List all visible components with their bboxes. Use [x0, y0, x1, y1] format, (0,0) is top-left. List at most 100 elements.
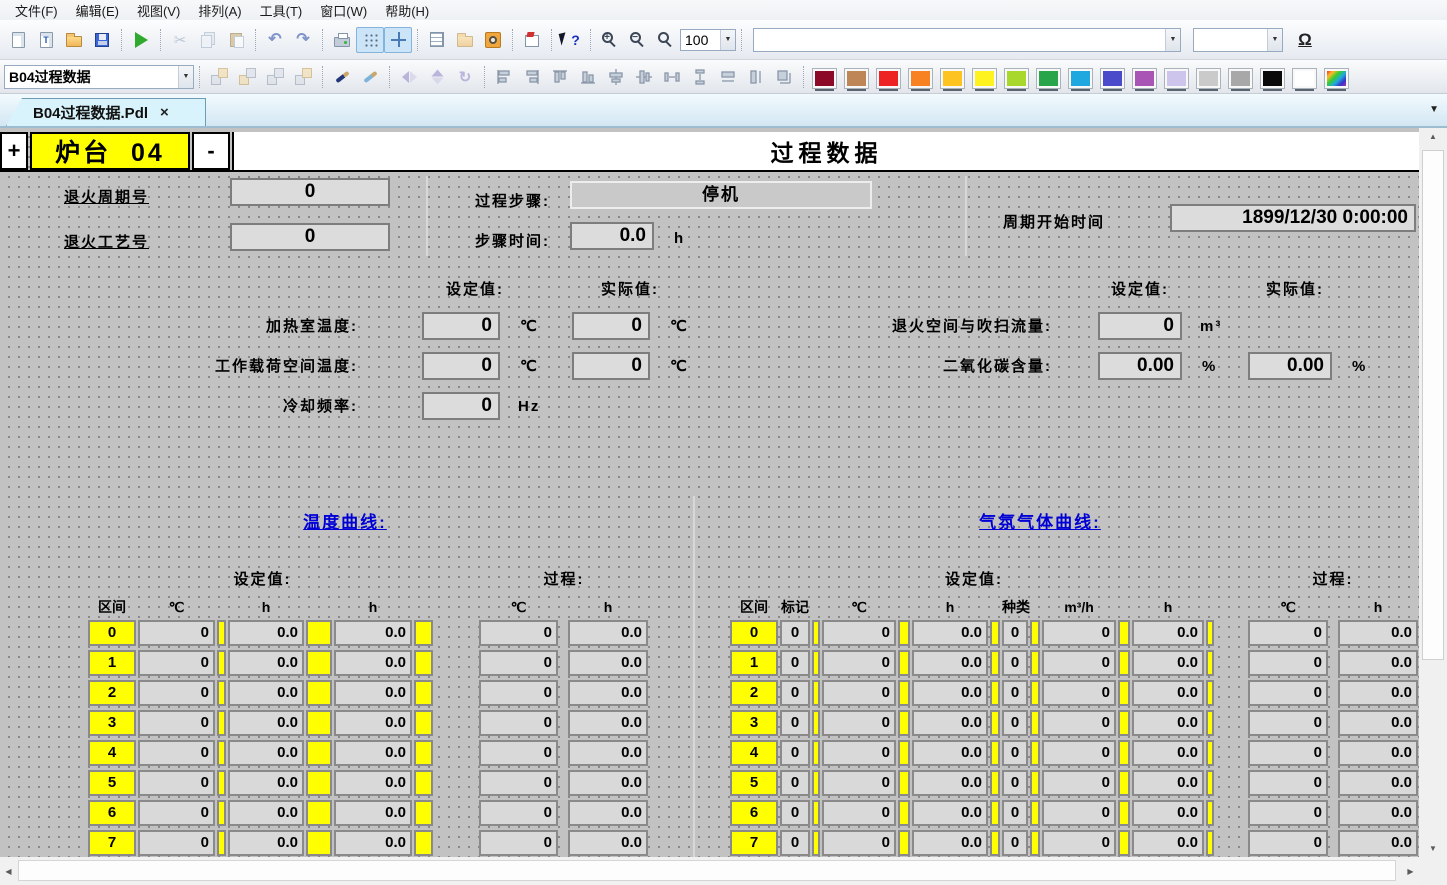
- gas-curve-link[interactable]: 气氛气体曲线:: [940, 508, 1140, 533]
- temp-sp-field[interactable]: 0: [822, 650, 896, 676]
- mark-field[interactable]: 0: [780, 650, 810, 676]
- settings-button[interactable]: [479, 27, 507, 53]
- open-picture-button[interactable]: [451, 27, 479, 53]
- zone-cell[interactable]: 2: [730, 680, 778, 706]
- run-button[interactable]: [127, 27, 155, 53]
- temp-sp-field[interactable]: 0: [138, 740, 215, 766]
- time2-sp-field[interactable]: 0.0: [1132, 710, 1204, 736]
- time-sp-field[interactable]: 0.0: [912, 710, 988, 736]
- zoom-region-button[interactable]: [652, 27, 680, 53]
- hold-time-sp-field[interactable]: 0.0: [228, 830, 304, 856]
- tab-list-chevron-icon[interactable]: ▼: [1429, 104, 1439, 115]
- hold-time-sp-field[interactable]: 0.0: [228, 800, 304, 826]
- color-swatch[interactable]: [1165, 69, 1188, 88]
- zone-cell[interactable]: 1: [88, 650, 136, 676]
- ramp-time-sp-field[interactable]: 0.0: [334, 830, 412, 856]
- color-swatch[interactable]: [1037, 69, 1060, 88]
- zoom-in-button[interactable]: +: [596, 27, 624, 53]
- temp-sp-field[interactable]: 0: [822, 620, 896, 646]
- vertical-scrollbar-thumb[interactable]: [1422, 150, 1444, 660]
- align-left-button[interactable]: [490, 64, 518, 90]
- library-button[interactable]: [423, 27, 451, 53]
- screen-selector-combo[interactable]: B04过程数据 ▼: [4, 65, 194, 89]
- scroll-left-icon[interactable]: ◀: [0, 857, 17, 885]
- horizontal-scrollbar[interactable]: ◀ ▶: [0, 857, 1419, 885]
- gas-kind-field[interactable]: 0: [1002, 650, 1028, 676]
- tab-b04-process-data[interactable]: B04过程数据.Pdl ×: [6, 98, 206, 126]
- time2-sp-field[interactable]: 0.0: [1132, 830, 1204, 856]
- time-sp-field[interactable]: 0.0: [912, 740, 988, 766]
- horizontal-scrollbar-thumb[interactable]: [18, 860, 1396, 881]
- zoom-out-button[interactable]: −: [624, 27, 652, 53]
- mark-field[interactable]: 0: [780, 770, 810, 796]
- send-to-back-button[interactable]: [233, 64, 261, 90]
- color-swatch[interactable]: [973, 69, 996, 88]
- hold-time-sp-field[interactable]: 0.0: [228, 620, 304, 646]
- mark-field[interactable]: 0: [780, 830, 810, 856]
- temp-sp-field[interactable]: 0: [138, 770, 215, 796]
- zone-cell[interactable]: 0: [730, 620, 778, 646]
- zone-cell[interactable]: 4: [88, 740, 136, 766]
- unlink-tag-button[interactable]: [356, 64, 384, 90]
- temp-sp-field[interactable]: 0: [138, 650, 215, 676]
- temp-sp-field[interactable]: 0: [822, 710, 896, 736]
- hold-time-sp-field[interactable]: 0.0: [228, 650, 304, 676]
- flow-sp-field[interactable]: 0: [1042, 770, 1116, 796]
- same-height-button[interactable]: [742, 64, 770, 90]
- ramp-time-sp-field[interactable]: 0.0: [334, 650, 412, 676]
- custom-color-swatch[interactable]: [1325, 69, 1348, 88]
- menu-help[interactable]: 帮助(H): [376, 0, 438, 22]
- temp-sp-field[interactable]: 0: [822, 800, 896, 826]
- ramp-time-sp-field[interactable]: 0.0: [334, 710, 412, 736]
- hold-time-sp-field[interactable]: 0.0: [228, 740, 304, 766]
- time-sp-field[interactable]: 0.0: [912, 620, 988, 646]
- scroll-down-icon[interactable]: ▼: [1419, 840, 1447, 857]
- flow-sp-field[interactable]: 0: [1042, 710, 1116, 736]
- flow-sp-field[interactable]: 0: [1042, 650, 1116, 676]
- vertical-scrollbar[interactable]: ▲ ▼: [1419, 128, 1447, 857]
- temp-sp-field[interactable]: 0: [822, 680, 896, 706]
- time2-sp-field[interactable]: 0.0: [1132, 770, 1204, 796]
- zone-cell[interactable]: 6: [730, 800, 778, 826]
- align-top-button[interactable]: [546, 64, 574, 90]
- flip-horizontal-button[interactable]: [395, 64, 423, 90]
- temp-sp-field[interactable]: 0: [822, 830, 896, 856]
- gas-kind-field[interactable]: 0: [1002, 770, 1028, 796]
- cycle-no-field[interactable]: 0: [230, 178, 390, 206]
- menu-window[interactable]: 窗口(W): [311, 0, 376, 22]
- center-vertical-button[interactable]: [602, 64, 630, 90]
- chevron-down-icon[interactable]: ▼: [178, 66, 193, 88]
- time2-sp-field[interactable]: 0.0: [1132, 620, 1204, 646]
- center-horizontal-button[interactable]: [630, 64, 658, 90]
- bring-to-front-button[interactable]: [205, 64, 233, 90]
- time2-sp-field[interactable]: 0.0: [1132, 680, 1204, 706]
- menu-file[interactable]: 文件(F): [6, 0, 67, 22]
- hold-time-sp-field[interactable]: 0.0: [228, 770, 304, 796]
- co2-sp-field[interactable]: 0.00: [1098, 352, 1182, 380]
- color-swatch[interactable]: [941, 69, 964, 88]
- ramp-time-sp-field[interactable]: 0.0: [334, 800, 412, 826]
- scroll-up-icon[interactable]: ▲: [1419, 128, 1447, 145]
- gas-kind-field[interactable]: 0: [1002, 800, 1028, 826]
- temp-sp-field[interactable]: 0: [138, 710, 215, 736]
- send-backward-button[interactable]: [289, 64, 317, 90]
- new-template-button[interactable]: T: [32, 27, 60, 53]
- context-help-button[interactable]: ?: [557, 27, 585, 53]
- flip-vertical-button[interactable]: [423, 64, 451, 90]
- ramp-time-sp-field[interactable]: 0.0: [334, 740, 412, 766]
- color-swatch[interactable]: [1005, 69, 1028, 88]
- chevron-down-icon[interactable]: ▼: [1267, 29, 1282, 51]
- zone-cell[interactable]: 7: [88, 830, 136, 856]
- align-bottom-button[interactable]: [574, 64, 602, 90]
- chevron-down-icon[interactable]: ▼: [720, 30, 735, 50]
- temp-sp-field[interactable]: 0: [138, 620, 215, 646]
- zone-cell[interactable]: 6: [88, 800, 136, 826]
- heating-temp-sp-field[interactable]: 0: [422, 312, 500, 340]
- process-step-field[interactable]: 停机: [570, 181, 872, 209]
- flow-sp-field[interactable]: 0: [1042, 740, 1116, 766]
- zone-cell[interactable]: 3: [730, 710, 778, 736]
- zone-cell[interactable]: 2: [88, 680, 136, 706]
- time-sp-field[interactable]: 0.0: [912, 800, 988, 826]
- temp-sp-field[interactable]: 0: [138, 830, 215, 856]
- gas-kind-field[interactable]: 0: [1002, 830, 1028, 856]
